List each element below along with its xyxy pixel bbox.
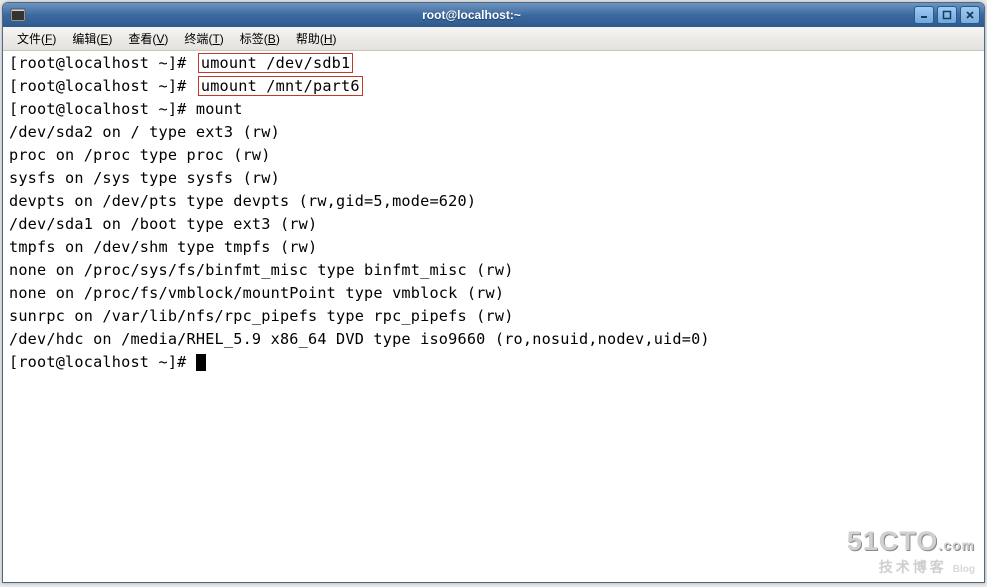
command-text: mount xyxy=(196,100,243,118)
minimize-button[interactable] xyxy=(914,6,934,24)
prompt: [root@localhost ~]# xyxy=(9,100,196,118)
output-line: none on /proc/fs/vmblock/mountPoint type… xyxy=(9,284,504,302)
window-title: root@localhost:~ xyxy=(29,8,914,22)
command-highlight-2: umount /mnt/part6 xyxy=(198,76,363,96)
terminal-window: root@localhost:~ 文件(F) 编辑(E) 查看(V) 终端(T)… xyxy=(2,2,985,583)
window-buttons xyxy=(914,6,980,24)
output-line: /dev/hdc on /media/RHEL_5.9 x86_64 DVD t… xyxy=(9,330,710,348)
close-button[interactable] xyxy=(960,6,980,24)
menu-terminal[interactable]: 终端(T) xyxy=(176,28,231,49)
menu-edit[interactable]: 编辑(E) xyxy=(64,28,120,49)
window-icon xyxy=(7,6,29,24)
menu-view[interactable]: 查看(V) xyxy=(120,28,176,49)
menu-file[interactable]: 文件(F) xyxy=(9,28,64,49)
command-highlight-1: umount /dev/sdb1 xyxy=(198,53,354,73)
maximize-button[interactable] xyxy=(937,6,957,24)
output-line: /dev/sda1 on /boot type ext3 (rw) xyxy=(9,215,317,233)
prompt: [root@localhost ~]# xyxy=(9,54,196,72)
output-line: tmpfs on /dev/shm type tmpfs (rw) xyxy=(9,238,317,256)
output-line: devpts on /dev/pts type devpts (rw,gid=5… xyxy=(9,192,476,210)
output-line: proc on /proc type proc (rw) xyxy=(9,146,271,164)
prompt: [root@localhost ~]# xyxy=(9,353,196,371)
menubar: 文件(F) 编辑(E) 查看(V) 终端(T) 标签(B) 帮助(H) xyxy=(3,27,984,51)
menu-help[interactable]: 帮助(H) xyxy=(288,28,345,49)
terminal-area[interactable]: [root@localhost ~]# umount /dev/sdb1 [ro… xyxy=(3,51,984,582)
output-line: none on /proc/sys/fs/binfmt_misc type bi… xyxy=(9,261,514,279)
menu-tabs[interactable]: 标签(B) xyxy=(232,28,288,49)
cursor xyxy=(196,354,206,371)
output-line: sunrpc on /var/lib/nfs/rpc_pipefs type r… xyxy=(9,307,514,325)
prompt: [root@localhost ~]# xyxy=(9,77,196,95)
output-line: sysfs on /sys type sysfs (rw) xyxy=(9,169,280,187)
titlebar[interactable]: root@localhost:~ xyxy=(3,3,984,27)
output-line: /dev/sda2 on / type ext3 (rw) xyxy=(9,123,280,141)
